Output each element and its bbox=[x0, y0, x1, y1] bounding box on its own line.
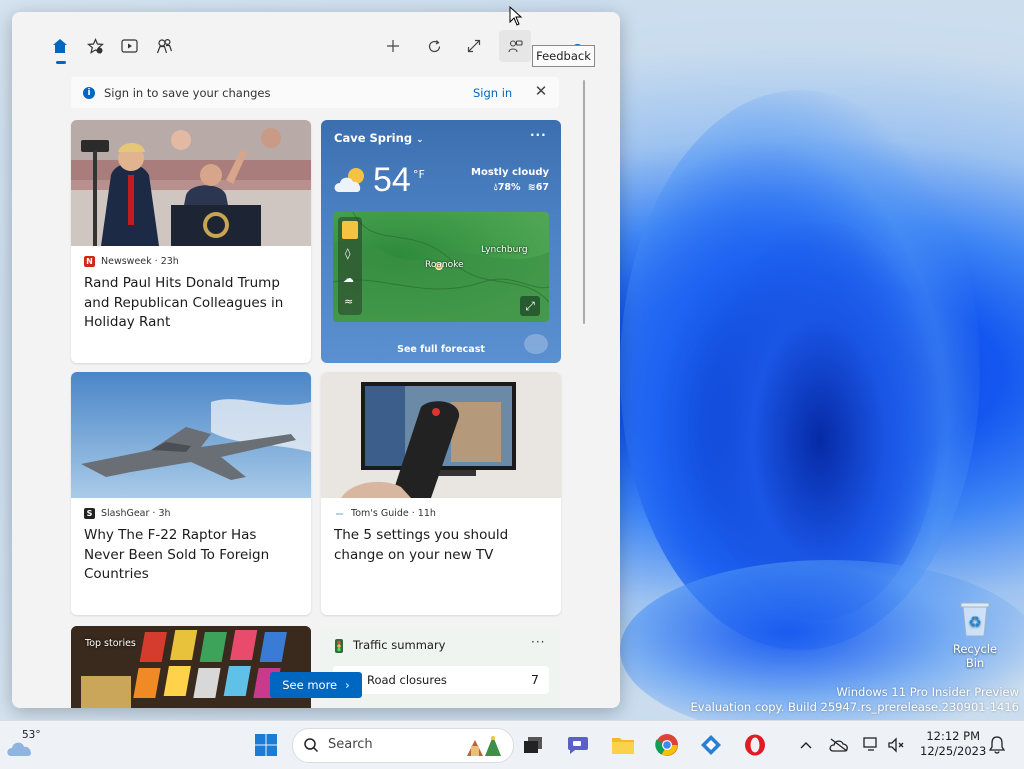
thermometer-icon[interactable] bbox=[342, 221, 358, 239]
weather-stats: 💧︎78% ≋67 bbox=[493, 182, 549, 193]
more-options-icon[interactable]: ··· bbox=[531, 635, 545, 649]
news-photo bbox=[71, 372, 311, 498]
evaluation-watermark: Windows 11 Pro Insider Preview Evaluatio… bbox=[691, 685, 1019, 715]
home-icon[interactable] bbox=[44, 30, 76, 62]
chevron-down-icon: ⌄ bbox=[416, 135, 424, 145]
cloudy-sun-icon bbox=[333, 165, 371, 199]
map-city-label: Roanoke bbox=[425, 260, 464, 270]
road-closures-count: 7 bbox=[531, 672, 539, 687]
newsweek-logo-icon: N bbox=[84, 256, 95, 267]
taskbar-search[interactable]: Search bbox=[292, 728, 514, 763]
news-headline[interactable]: The 5 settings you should change on your… bbox=[334, 526, 546, 565]
watermark-line2: Evaluation copy. Build 25947.rs_prerelea… bbox=[690, 700, 1019, 714]
wind-icon: ≋ bbox=[527, 182, 536, 193]
road-closures-row[interactable]: Road closures 7 bbox=[333, 666, 549, 694]
search-placeholder: Search bbox=[328, 737, 373, 752]
panel-scrollbar[interactable] bbox=[583, 80, 585, 324]
weather-unit: °F bbox=[413, 168, 425, 181]
clock-time: 12:12 PM bbox=[926, 729, 980, 743]
signin-link[interactable]: Sign in bbox=[473, 86, 512, 100]
taskbar-weather-widget[interactable]: 53° bbox=[6, 726, 44, 764]
plus-icon[interactable] bbox=[377, 30, 409, 62]
see-more-button[interactable]: See more › bbox=[270, 672, 362, 698]
wind-layer-icon[interactable]: ≈ bbox=[344, 295, 353, 308]
news-headline[interactable]: Rand Paul Hits Donald Trump and Republic… bbox=[84, 274, 296, 333]
taskbar-weather-temp: 53° bbox=[22, 729, 41, 741]
road-closures-label: Road closures bbox=[367, 673, 447, 687]
expand-icon[interactable] bbox=[458, 30, 490, 62]
taskbar: 53° Search 12:12 PM 12/25/2023 bbox=[0, 720, 1024, 769]
news-source-label: Tom's Guide · 11h bbox=[351, 508, 436, 519]
recycle-bin-label: Recycle Bin bbox=[952, 642, 998, 670]
news-source-label: Newsweek · 23h bbox=[101, 256, 179, 267]
map-city-label: Lynchburg bbox=[481, 245, 528, 255]
toms-guide-logo-icon: — bbox=[335, 509, 344, 518]
weather-temperature: 54 bbox=[373, 161, 411, 199]
news-card[interactable]: N Newsweek · 23h Rand Paul Hits Donald T… bbox=[71, 120, 311, 363]
notification-bell-icon[interactable] bbox=[981, 729, 1013, 761]
expand-map-icon[interactable]: ⤢ bbox=[520, 296, 540, 316]
opera-icon[interactable] bbox=[739, 729, 771, 761]
taskbar-clock[interactable]: 12:12 PM 12/25/2023 bbox=[920, 729, 987, 759]
news-photo bbox=[321, 372, 561, 498]
volume-muted-icon[interactable] bbox=[880, 729, 912, 761]
traffic-title: Traffic summary bbox=[353, 638, 446, 652]
star-icon[interactable] bbox=[79, 30, 111, 62]
see-more-label: See more bbox=[282, 678, 338, 692]
mouse-cursor-icon bbox=[509, 5, 523, 30]
widgets-panel: i i Sign in to save your changes Sign in… bbox=[12, 12, 620, 708]
signin-message: Sign in to save your changes bbox=[104, 86, 271, 100]
recycle-bin[interactable]: ♻ Recycle Bin bbox=[943, 598, 1007, 670]
search-icon bbox=[303, 737, 319, 757]
start-icon[interactable] bbox=[250, 729, 282, 761]
people-icon[interactable] bbox=[148, 30, 180, 62]
clock-date: 12/25/2023 bbox=[920, 744, 987, 758]
top-stories-label: Top stories bbox=[85, 638, 136, 649]
news-source: — Tom's Guide · 11h bbox=[334, 508, 436, 519]
weather-condition: Mostly cloudy bbox=[471, 167, 550, 178]
news-source: S SlashGear · 3h bbox=[84, 508, 171, 519]
onedrive-icon[interactable] bbox=[823, 729, 855, 761]
home-tab-indicator bbox=[56, 61, 66, 64]
weather-map[interactable]: ◊ ☁ ≈ Lynchburg Roanoke ⤢ bbox=[333, 212, 549, 322]
more-options-icon[interactable]: ··· bbox=[530, 128, 547, 142]
refresh-icon[interactable] bbox=[418, 30, 450, 62]
svg-text:♻: ♻ bbox=[968, 613, 981, 631]
cloud-icon[interactable]: ☁ bbox=[343, 272, 354, 285]
news-source-label: SlashGear · 3h bbox=[101, 508, 171, 519]
info-icon: i bbox=[83, 87, 95, 99]
feedback-tooltip: Feedback bbox=[532, 45, 595, 67]
weather-location[interactable]: Cave Spring ⌄ bbox=[334, 131, 424, 145]
recycle-bin-icon: ♻ bbox=[957, 598, 993, 638]
msn-weather-icon bbox=[524, 334, 548, 354]
precip-icon[interactable]: ◊ bbox=[345, 247, 350, 260]
close-icon[interactable]: ✕ bbox=[531, 81, 551, 101]
weather-card[interactable]: Cave Spring ⌄ ··· 54 °F Mostly cloudy 💧︎… bbox=[321, 120, 561, 363]
feedback-icon[interactable] bbox=[499, 30, 531, 62]
chat-icon[interactable] bbox=[562, 729, 594, 761]
news-card[interactable]: — Tom's Guide · 11h The 5 settings you s… bbox=[321, 372, 561, 615]
chevron-right-icon: › bbox=[345, 678, 350, 692]
news-source: N Newsweek · 23h bbox=[84, 256, 179, 267]
watermark-line1: Windows 11 Pro Insider Preview bbox=[836, 685, 1019, 699]
file-explorer-icon[interactable] bbox=[607, 729, 639, 761]
search-highlight-icon bbox=[465, 732, 505, 762]
news-photo bbox=[71, 120, 311, 246]
widgets-toolbar: i bbox=[12, 12, 620, 78]
task-view-icon[interactable] bbox=[517, 729, 549, 761]
signin-banner: i Sign in to save your changes Sign in ✕ bbox=[71, 77, 559, 108]
chevron-up-icon[interactable] bbox=[790, 729, 822, 761]
map-layer-toolbar: ◊ ☁ ≈ bbox=[338, 217, 362, 315]
app-icon[interactable] bbox=[695, 729, 727, 761]
chrome-icon[interactable] bbox=[651, 729, 683, 761]
slashgear-logo-icon: S bbox=[84, 508, 95, 519]
play-icon[interactable] bbox=[113, 30, 145, 62]
news-card[interactable]: S SlashGear · 3h Why The F-22 Raptor Has… bbox=[71, 372, 311, 615]
news-headline[interactable]: Why The F-22 Raptor Has Never Been Sold … bbox=[84, 526, 296, 585]
traffic-light-icon bbox=[333, 638, 345, 657]
